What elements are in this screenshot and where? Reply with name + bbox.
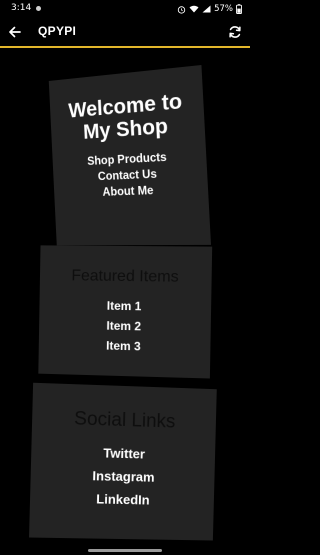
featured-items-list: Item 1 Item 2 Item 3 [39, 295, 212, 358]
list-item[interactable]: Item 3 [39, 334, 211, 358]
welcome-title: Welcome to My Shop [50, 88, 205, 146]
featured-items-heading: Featured Items [71, 267, 179, 286]
arrow-left-icon [9, 26, 21, 38]
refresh-button[interactable] [226, 23, 244, 41]
welcome-nav: Shop Products Contact Us About Me [52, 147, 208, 202]
alarm-icon [177, 5, 186, 14]
social-links-card: Social Links Twitter Instagram LinkedIn [29, 382, 217, 541]
notification-dot-icon [36, 6, 41, 11]
battery-icon [236, 4, 242, 14]
battery-percent: 57% [214, 4, 233, 14]
signal-icon [202, 5, 211, 13]
status-indicators: 57% [177, 2, 242, 16]
status-bar: 3:14 57% [0, 0, 250, 18]
app-title: QPYPI [38, 24, 77, 38]
gesture-navigation-bar[interactable] [88, 549, 162, 552]
linkedin-link[interactable]: LinkedIn [30, 486, 214, 513]
refresh-icon [229, 26, 241, 38]
social-links-list: Twitter Instagram LinkedIn [30, 439, 216, 512]
app-bar: QPYPI [0, 18, 250, 48]
wifi-icon [189, 5, 199, 13]
back-button[interactable] [6, 23, 24, 41]
status-time: 3:14 [11, 3, 32, 13]
welcome-card: Welcome to My Shop Shop Products Contact… [48, 64, 211, 246]
social-links-heading: Social Links [73, 408, 176, 433]
featured-items-card: Featured Items Item 1 Item 2 Item 3 [38, 245, 213, 379]
